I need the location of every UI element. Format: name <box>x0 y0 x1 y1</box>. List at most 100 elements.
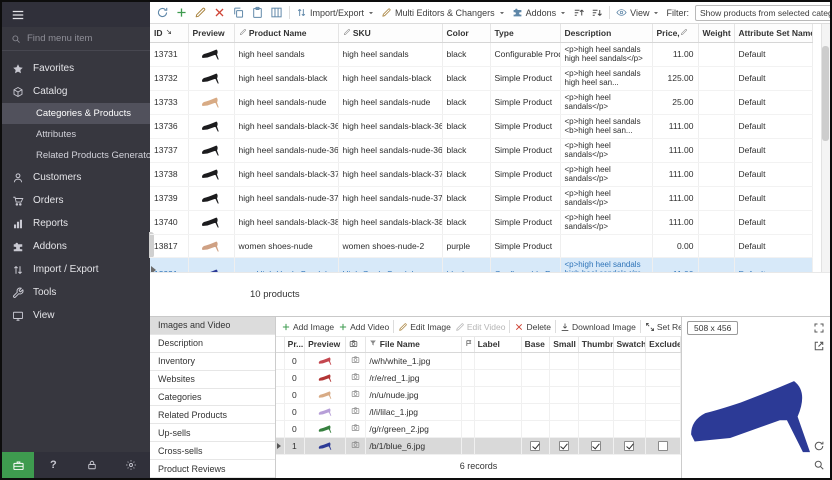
tab-inventory[interactable]: Inventory <box>150 353 275 371</box>
sidebar-item-orders[interactable]: Orders <box>2 189 150 212</box>
sidebar-item-favorites[interactable]: Favorites <box>2 57 150 80</box>
rotate-icon[interactable] <box>813 440 825 452</box>
flag-icon <box>465 339 473 347</box>
table-row[interactable]: 13740 high heel sandals-black-38 high he… <box>150 210 812 234</box>
scrollbar-thumb[interactable] <box>822 46 829 141</box>
menu-label: Addons <box>526 8 557 18</box>
sidebar-item-addons[interactable]: Addons <box>2 235 150 258</box>
zoom-icon[interactable] <box>813 459 825 471</box>
small-checkbox[interactable] <box>559 441 569 451</box>
col-preview[interactable]: Preview <box>305 337 346 352</box>
image-toolbar: Add Image Add Video Edit Image Edit Vide… <box>276 317 681 337</box>
tab-images-and-video[interactable]: Images and Video <box>150 317 275 335</box>
edit-image-button[interactable]: Edit Image <box>398 322 451 332</box>
col-preview[interactable]: Preview <box>188 24 234 42</box>
sidebar-item-label: Addons <box>33 241 67 252</box>
col-type[interactable]: Type <box>490 24 560 42</box>
col-flag[interactable] <box>462 337 474 352</box>
sort-ascending-button[interactable] <box>573 7 585 19</box>
col-thumbnail[interactable]: Thumbna <box>578 337 613 352</box>
table-row-selected[interactable]: 13931 new High Heels Sandals High Geels … <box>150 257 812 273</box>
set-resize-rule-button[interactable]: Set Resize Rule <box>645 322 681 332</box>
hamburger-menu-icon[interactable] <box>11 8 25 22</box>
tab-websites[interactable]: Websites <box>150 371 275 389</box>
col-file-name[interactable]: File Name <box>366 337 462 352</box>
fullscreen-icon[interactable] <box>813 322 825 334</box>
image-row[interactable]: 0 /n/u/nude.jpg <box>276 386 681 403</box>
tab-cross-sells[interactable]: Cross-sells <box>150 442 275 460</box>
sort-descending-button[interactable] <box>591 7 603 19</box>
sidebar-item-categories-products[interactable]: Categories & Products <box>2 103 150 124</box>
exclude-checkbox[interactable] <box>658 441 668 451</box>
import-export-menu[interactable]: Import/Export <box>296 7 375 18</box>
table-row[interactable]: 13737 high heel sandals-nude-36 high hee… <box>150 138 812 162</box>
col-sku[interactable]: SKU <box>338 24 442 42</box>
column-chooser-button[interactable] <box>270 6 283 19</box>
sidebar-item-related-products-generator[interactable]: Related Products Generator <box>2 145 150 166</box>
col-swatch[interactable]: Swatch <box>613 337 646 352</box>
image-row[interactable]: 0 /r/e/red_1.jpg <box>276 369 681 386</box>
col-label: Product Name <box>249 28 307 38</box>
lock-button[interactable] <box>73 459 112 471</box>
image-row[interactable]: 0 /g/r/green_2.jpg <box>276 420 681 437</box>
table-row[interactable]: 13733 high heel sandals-nude high heel s… <box>150 90 812 114</box>
col-weight[interactable]: Weight <box>698 24 734 42</box>
download-image-button[interactable]: Download Image <box>560 322 636 332</box>
col-position[interactable]: Pr... <box>284 337 304 352</box>
col-price[interactable]: Price, <box>652 24 698 42</box>
add-video-button[interactable]: Add Video <box>338 322 389 332</box>
settings-button[interactable] <box>111 459 150 471</box>
image-row-selected[interactable]: 1 /b/1/blue_6.jpg <box>276 437 681 454</box>
table-row[interactable]: 13736 high heel sandals-black-36 high he… <box>150 114 812 138</box>
category-filter-select[interactable]: Show products from selected categories <box>695 5 830 21</box>
sidebar-item-attributes[interactable]: Attributes <box>2 124 150 145</box>
thumbnail-checkbox[interactable] <box>591 441 601 451</box>
tab-related-products[interactable]: Related Products <box>150 406 275 424</box>
delete-image-button[interactable]: Delete <box>514 322 551 332</box>
sidebar-item-reports[interactable]: Reports <box>2 212 150 235</box>
table-row[interactable]: 13738 high heel sandals-black-37 high he… <box>150 162 812 186</box>
tab-categories[interactable]: Categories <box>150 389 275 407</box>
col-id[interactable]: ID <box>150 24 188 42</box>
help-button[interactable]: ? <box>34 459 73 471</box>
sidebar-item-catalog[interactable]: Catalog <box>2 80 150 103</box>
col-camera[interactable] <box>345 337 365 352</box>
sidebar-item-import-export[interactable]: Import / Export <box>2 258 150 281</box>
add-image-button[interactable]: Add Image <box>281 322 334 332</box>
edit-product-button[interactable] <box>194 6 207 19</box>
col-label[interactable]: Label <box>474 337 521 352</box>
store-button[interactable] <box>2 452 34 478</box>
table-row[interactable]: 13732 high heel sandals-black high heel … <box>150 66 812 90</box>
col-attribute-set[interactable]: Attribute Set Name <box>734 24 812 42</box>
base-checkbox[interactable] <box>530 441 540 451</box>
sidebar-item-customers[interactable]: Customers <box>2 166 150 189</box>
col-small[interactable]: Small <box>550 337 579 352</box>
copy-button[interactable] <box>232 6 245 19</box>
image-row[interactable]: 0 /l/i/lilac_1.jpg <box>276 403 681 420</box>
col-exclude[interactable]: Exclude <box>646 337 681 352</box>
col-color[interactable]: Color <box>442 24 490 42</box>
paste-button[interactable] <box>251 6 264 19</box>
tab-description[interactable]: Description <box>150 335 275 353</box>
view-menu[interactable]: View <box>616 7 660 18</box>
col-base[interactable]: Base <box>521 337 550 352</box>
refresh-button[interactable] <box>156 6 169 19</box>
table-row[interactable]: 13731 high heel sandals high heel sandal… <box>150 42 812 66</box>
sidebar-item-view[interactable]: View <box>2 304 150 327</box>
col-product-name[interactable]: Product Name <box>234 24 338 42</box>
image-thumbnail-icon <box>317 371 334 383</box>
tab-up-sells[interactable]: Up-sells <box>150 424 275 442</box>
multi-editors-menu[interactable]: Multi Editors & Changers <box>381 7 506 18</box>
swatch-checkbox[interactable] <box>624 441 634 451</box>
sidebar-item-tools[interactable]: Tools <box>2 281 150 304</box>
table-row[interactable]: 13817 women shoes-nude women shoes-nude-… <box>150 234 812 257</box>
image-row[interactable]: 0 /w/h/white_1.jpg <box>276 352 681 369</box>
delete-product-button[interactable] <box>213 6 226 19</box>
table-row[interactable]: 13739 high heel sandals-nude-37 high hee… <box>150 186 812 210</box>
tab-product-reviews[interactable]: Product Reviews <box>150 460 275 478</box>
product-thumbnail-icon <box>200 141 222 157</box>
add-product-button[interactable] <box>175 6 188 19</box>
col-description[interactable]: Description <box>560 24 652 42</box>
addons-menu[interactable]: Addons <box>512 7 568 18</box>
menu-search-input[interactable] <box>27 33 141 44</box>
